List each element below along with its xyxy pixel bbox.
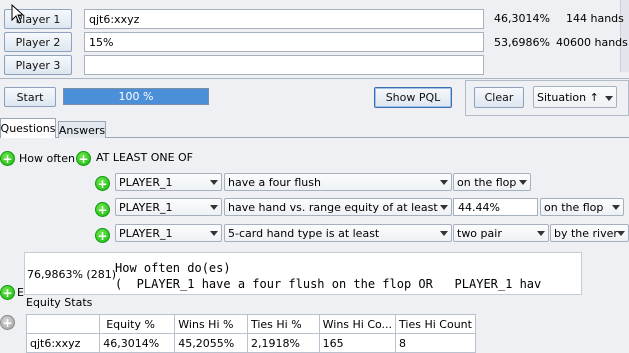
tab-questions-label: Questions bbox=[0, 122, 56, 135]
player-2-label: Player 2 bbox=[15, 35, 61, 49]
street-select[interactable]: by the river bbox=[550, 224, 629, 242]
column-header: Wins Hi Co... bbox=[318, 314, 397, 334]
street-select[interactable]: on the flop bbox=[540, 198, 624, 216]
player-select-value: PLAYER_1 bbox=[119, 200, 173, 214]
add-at-least-button[interactable]: + bbox=[76, 151, 91, 166]
chevron-down-icon bbox=[209, 175, 219, 189]
chevron-down-icon bbox=[439, 226, 449, 240]
how-often-label: How often bbox=[19, 152, 75, 165]
chevron-down-icon bbox=[439, 200, 449, 214]
add-how-often-button[interactable]: + bbox=[0, 151, 15, 166]
chevron-down-icon bbox=[439, 175, 449, 189]
column-header bbox=[25, 314, 101, 334]
hand-type-value: two pair bbox=[457, 226, 502, 240]
player-3-range-input[interactable] bbox=[84, 55, 484, 75]
column-header: Wins Hi % bbox=[174, 314, 248, 334]
player-1-range-input[interactable]: qjt6:xxyz bbox=[84, 9, 484, 29]
player-select[interactable]: PLAYER_1 bbox=[115, 173, 222, 191]
chevron-down-icon bbox=[604, 91, 614, 105]
progress-bar: 100 % bbox=[63, 88, 209, 105]
hidden-label-fragment: E bbox=[17, 286, 24, 299]
clear-button[interactable]: Clear bbox=[474, 87, 524, 108]
player-3-button[interactable]: Player 3 bbox=[4, 55, 72, 75]
table-cell: 8 bbox=[395, 333, 476, 353]
table-header-row: Equity % Wins Hi % Ties Hi % Wins Hi Co.… bbox=[25, 314, 476, 334]
table-cell: 2,1918% bbox=[246, 333, 320, 353]
column-header: Equity % bbox=[99, 314, 176, 334]
street-select[interactable]: on the flop bbox=[453, 173, 531, 191]
add-condition-button[interactable]: + bbox=[0, 285, 15, 300]
start-button[interactable]: Start bbox=[4, 87, 56, 107]
progress-text: 100 % bbox=[118, 90, 154, 103]
player-1-range-value: qjt6:xxyz bbox=[89, 12, 140, 26]
player-3-label: Player 3 bbox=[15, 58, 61, 72]
table-cell: qjt6:xxyz bbox=[25, 333, 101, 353]
player-select-value: PLAYER_1 bbox=[119, 175, 173, 189]
tab-answers-label: Answers bbox=[58, 123, 106, 137]
chevron-down-icon bbox=[518, 175, 528, 189]
situation-label: Situation ↑ bbox=[537, 90, 599, 104]
clear-label: Clear bbox=[484, 91, 514, 104]
start-label: Start bbox=[16, 90, 44, 104]
condition-select-value: have hand vs. range equity of at least bbox=[228, 200, 438, 214]
chevron-down-icon bbox=[209, 200, 219, 214]
table-cell: 45,2055% bbox=[174, 333, 248, 353]
show-pql-button[interactable]: Show PQL bbox=[374, 87, 452, 108]
chevron-down-icon bbox=[536, 226, 546, 240]
remove-condition-button[interactable]: + bbox=[0, 315, 15, 330]
table-row[interactable]: qjt6:xxyz 46,3014% 45,2055% 2,1918% 165 … bbox=[25, 333, 476, 353]
condition-select-value: 5-card hand type is at least bbox=[228, 226, 380, 240]
mouse-cursor-icon bbox=[11, 4, 25, 24]
condition-select-value: have a four flush bbox=[228, 175, 321, 189]
player-select[interactable]: PLAYER_1 bbox=[115, 224, 222, 242]
equity-value-input[interactable]: 44.44% bbox=[453, 198, 538, 216]
tab-answers[interactable]: Answers bbox=[58, 121, 106, 138]
street-select-value: by the river bbox=[554, 226, 618, 240]
equity-stats-title: Equity Stats bbox=[26, 296, 93, 309]
add-condition-button[interactable]: + bbox=[95, 202, 110, 217]
column-header: Ties Hi % bbox=[246, 314, 320, 334]
player-2-equity: 53,6986% bbox=[494, 36, 550, 49]
player-1-hands: 144 hands bbox=[566, 12, 624, 25]
add-condition-button[interactable]: + bbox=[95, 176, 110, 191]
equity-stats-table: Equity % Wins Hi % Ties Hi % Wins Hi Co.… bbox=[25, 314, 476, 353]
result-percentage: 76,9863% (281) bbox=[27, 268, 117, 281]
condition-select[interactable]: have a four flush bbox=[224, 173, 452, 191]
condition-select[interactable]: 5-card hand type is at least bbox=[224, 224, 452, 242]
hand-type-select[interactable]: two pair bbox=[453, 224, 549, 242]
player-2-button[interactable]: Player 2 bbox=[4, 32, 72, 52]
chevron-down-icon bbox=[209, 226, 219, 240]
result-question-line-2: ( PLAYER_1 have a four flush on the flop… bbox=[115, 277, 542, 291]
table-cell: 46,3014% bbox=[99, 333, 176, 353]
player-2-hands: 40600 hands bbox=[556, 36, 628, 49]
add-condition-button[interactable]: + bbox=[95, 228, 110, 243]
situation-dropdown[interactable]: Situation ↑ bbox=[533, 86, 617, 108]
player-2-range-input[interactable]: 15% bbox=[84, 32, 484, 52]
player-select[interactable]: PLAYER_1 bbox=[115, 198, 222, 216]
player-1-equity: 46,3014% bbox=[494, 12, 550, 25]
chevron-down-icon bbox=[616, 226, 626, 240]
equity-value: 44.44% bbox=[458, 200, 500, 214]
equity-stats-panel: Equity Stats Equity % Wins Hi % Ties Hi … bbox=[24, 295, 476, 353]
tab-questions[interactable]: Questions bbox=[0, 118, 56, 138]
player-select-value: PLAYER_1 bbox=[119, 226, 173, 240]
street-select-value: on the flop bbox=[544, 200, 604, 214]
result-popup: 76,9863% (281) How often do(es) ( PLAYER… bbox=[24, 252, 582, 295]
section-divider bbox=[0, 78, 629, 79]
condition-select[interactable]: have hand vs. range equity of at least bbox=[224, 198, 452, 216]
show-pql-label: Show PQL bbox=[385, 91, 441, 104]
at-least-one-of-label: AT LEAST ONE OF bbox=[96, 151, 194, 164]
chevron-down-icon bbox=[611, 200, 621, 214]
player-2-range-value: 15% bbox=[89, 35, 114, 49]
street-select-value: on the flop bbox=[457, 175, 517, 189]
column-header: Ties Hi Count bbox=[395, 314, 476, 334]
result-question-line-1: How often do(es) bbox=[115, 261, 231, 275]
table-cell: 165 bbox=[318, 333, 397, 353]
